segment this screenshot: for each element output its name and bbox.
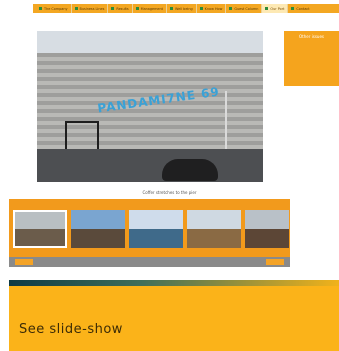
green-square-icon	[265, 7, 269, 10]
nav-item-business-lines[interactable]: Business Lines	[72, 4, 108, 13]
next-button[interactable]	[266, 259, 284, 265]
nav-item-label: The Company	[44, 6, 68, 11]
thumbnail-sky	[15, 212, 65, 229]
nav-item-label: Well being	[174, 6, 193, 11]
thumbnail-ground	[71, 229, 125, 248]
nav-item-label: Management	[140, 6, 163, 11]
thumbnail-ground	[15, 229, 65, 246]
thumbnail-ground	[129, 229, 183, 248]
photo-cable	[225, 91, 227, 153]
nav-item-label: Contact	[296, 6, 310, 11]
thumbnail-2[interactable]	[71, 210, 125, 248]
green-square-icon	[291, 7, 295, 10]
green-square-icon	[74, 7, 78, 10]
sidebar-link[interactable]	[287, 61, 339, 65]
thumbnail-1[interactable]	[13, 210, 67, 248]
nav-items: The Company Business Lines Results Manag…	[36, 4, 313, 13]
sidebar-link[interactable]	[287, 73, 339, 77]
top-navigation: The Company Business Lines Results Manag…	[0, 0, 339, 18]
thumbnail-4[interactable]	[187, 210, 241, 248]
sidebar-link[interactable]	[287, 55, 339, 59]
nav-item-know-how[interactable]: Know How	[197, 4, 226, 13]
sidebar-link[interactable]	[287, 67, 339, 71]
sidebar-link[interactable]	[287, 43, 339, 47]
nav-item-contact[interactable]: Contact	[288, 4, 312, 13]
nav-item-label: Results	[116, 6, 129, 11]
photo-dock	[37, 149, 263, 182]
thumbnail-5[interactable]	[245, 210, 289, 248]
nav-item-well-being[interactable]: Well being	[167, 4, 196, 13]
thumbnail-ground	[245, 229, 289, 248]
previous-button[interactable]	[15, 259, 33, 265]
photo-caption: Coffer stretches to the pier	[142, 190, 197, 195]
sidebar-link[interactable]	[287, 49, 339, 53]
nav-item-label: Know How	[204, 6, 223, 11]
other-issues-panel: Other issues	[284, 31, 339, 86]
green-square-icon	[229, 7, 233, 10]
nav-item-the-company[interactable]: The Company	[36, 4, 71, 13]
green-square-icon	[135, 7, 139, 10]
thumbnail-3[interactable]	[129, 210, 183, 248]
thumbnail-sky	[129, 210, 183, 229]
sidebar-title: Other issues	[299, 34, 324, 39]
nav-item-label: Business Lines	[79, 6, 105, 11]
see-slideshow-link[interactable]: See slide-show	[19, 322, 123, 337]
gallery-controls	[9, 257, 290, 267]
nav-item-our-port[interactable]: Our Port	[262, 4, 288, 13]
nav-item-management[interactable]: Management	[133, 4, 166, 13]
sidebar-list	[287, 43, 339, 77]
green-square-icon	[169, 7, 173, 10]
main-photo: PANDAMI7NE 69	[37, 31, 263, 182]
banner-stripe	[9, 280, 339, 286]
thumbnail-sky	[187, 210, 241, 229]
nav-item-label: Our Port	[270, 6, 285, 11]
thumbnail-sky	[245, 210, 289, 229]
thumbnail-strip	[9, 199, 290, 265]
nav-item-guest-column[interactable]: Guest Column	[226, 4, 261, 13]
thumbnail-ground	[187, 229, 241, 248]
nav-item-results[interactable]: Results	[108, 4, 131, 13]
green-square-icon	[111, 7, 115, 10]
green-square-icon	[39, 7, 42, 10]
thumbnail-sky	[71, 210, 125, 229]
slideshow-banner: See slide-show	[9, 280, 339, 351]
nav-item-label: Guest Column	[234, 6, 259, 11]
photo-bollard	[162, 159, 218, 181]
green-square-icon	[199, 7, 203, 10]
